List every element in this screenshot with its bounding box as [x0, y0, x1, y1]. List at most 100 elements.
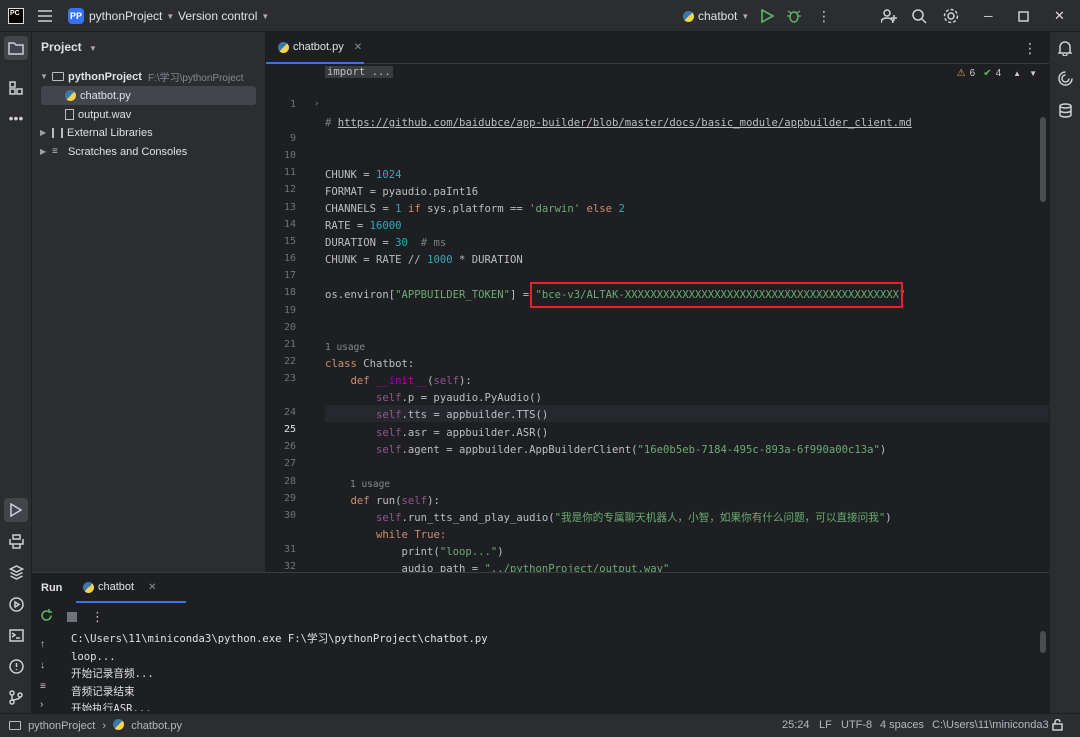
python-interpreter[interactable]: C:\Users\11\miniconda3	[932, 719, 1049, 731]
expand-arrow-icon[interactable]: ›	[40, 699, 43, 710]
line-number: 14	[283, 219, 296, 230]
scroll-up-icon[interactable]: ↑	[40, 639, 45, 650]
code-line: self.run_tts_and_play_audio("我是你的专属聊天机器人…	[376, 512, 892, 524]
code-line: CHANNELS = 1 if sys.platform == 'darwin'…	[325, 203, 625, 215]
line-number: 22	[283, 356, 296, 367]
tree-scratches[interactable]: ▶ ≡ Scratches and Consoles	[40, 142, 256, 161]
code-line: self.p = pyaudio.PyAudio()	[376, 392, 542, 404]
services-icon[interactable]	[4, 592, 28, 616]
breadcrumb-file[interactable]: chatbot.py	[131, 720, 182, 732]
tab-options-icon[interactable]: ⋮	[1023, 40, 1037, 57]
project-tool-icon[interactable]	[4, 36, 28, 60]
lock-icon[interactable]	[1052, 718, 1063, 734]
notifications-bell-icon[interactable]	[1053, 36, 1077, 60]
console-scrollbar[interactable]	[1040, 631, 1046, 653]
scratches-label: Scratches and Consoles	[68, 145, 188, 158]
line-number: 17	[283, 270, 296, 281]
usage-hint[interactable]: 1 usage	[350, 479, 390, 490]
expand-arrow-icon[interactable]: ▶	[40, 128, 52, 137]
run-tab-chatbot[interactable]: chatbot ✕	[76, 573, 186, 603]
line-number: 12	[283, 184, 296, 195]
project-panel-header[interactable]: Project ▼	[41, 40, 97, 54]
fold-arrow-icon[interactable]: ›	[314, 99, 319, 109]
indentation[interactable]: 4 spaces	[880, 719, 924, 731]
line-number: 11	[283, 167, 296, 178]
chevron-down-icon: ▼	[89, 44, 97, 53]
line-number: 21	[283, 339, 296, 350]
code-line: audio_path = "../pythonProject/output.wa…	[401, 563, 670, 572]
maximize-window-icon[interactable]	[1018, 0, 1029, 32]
add-user-icon[interactable]	[881, 0, 897, 32]
root-folder-name: pythonProject	[68, 70, 142, 83]
tree-file-output[interactable]: output.wav	[40, 105, 256, 124]
tree-file-chatbot[interactable]: chatbot.py	[41, 86, 256, 105]
close-tab-icon[interactable]: ✕	[148, 582, 156, 593]
console-output[interactable]: C:\Users\11\miniconda3\python.exe F:\学习\…	[71, 631, 1041, 711]
line-number: 18	[283, 287, 296, 298]
run-config-selector[interactable]: chatbot ▼	[683, 0, 749, 32]
breadcrumb-separator-icon: ›	[102, 720, 107, 732]
run-tool-icon[interactable]	[4, 498, 28, 522]
close-window-icon[interactable]: ✕	[1054, 0, 1065, 32]
code-editor: chatbot.py ✕ ⋮ ⚠ 6 ✔ 4 ▲ ▼ 1 9 10 11 12 …	[266, 32, 1049, 623]
problems-icon[interactable]	[4, 654, 28, 678]
chevron-down-icon: ▼	[166, 11, 175, 21]
line-number: 16	[283, 253, 296, 264]
tree-external-libraries[interactable]: ▶ External Libraries	[40, 123, 256, 142]
settings-gear-icon[interactable]	[943, 0, 959, 32]
expand-arrow-icon[interactable]: ▼	[40, 72, 52, 81]
breadcrumb-project[interactable]: pythonProject	[28, 720, 95, 732]
line-separator[interactable]: LF	[819, 719, 832, 731]
tree-root-folder[interactable]: ▼ pythonProject F:\学习\pythonProject	[40, 67, 256, 86]
vcs-menu[interactable]: Version control ▼	[178, 0, 269, 32]
close-tab-icon[interactable]: ✕	[354, 42, 362, 53]
ai-assistant-icon[interactable]	[1053, 66, 1077, 90]
python-file-icon	[278, 41, 289, 53]
line-number: 31	[283, 544, 296, 555]
rerun-icon[interactable]	[40, 609, 53, 625]
structure-tool-icon[interactable]	[4, 76, 28, 100]
usage-hint[interactable]: 1 usage	[325, 342, 365, 353]
python-packages-icon[interactable]	[4, 560, 28, 584]
chevron-down-icon: ▼	[261, 11, 270, 21]
minimize-window-icon[interactable]: ─	[984, 0, 993, 32]
main-menu-icon[interactable]	[38, 0, 54, 32]
python-console-icon[interactable]	[4, 529, 28, 553]
console-line: 开始执行ASR...	[71, 703, 152, 711]
project-badge[interactable]: PP	[68, 8, 84, 24]
more-options-icon[interactable]: ⋮	[91, 609, 104, 625]
more-tools-icon[interactable]: •••	[4, 106, 28, 130]
more-actions-icon[interactable]: ⋮	[817, 0, 831, 32]
folded-imports[interactable]: import ...	[325, 66, 393, 78]
line-number: 23	[283, 373, 296, 384]
stop-icon[interactable]	[67, 612, 77, 622]
database-icon[interactable]	[1053, 98, 1077, 122]
debug-icon[interactable]	[787, 0, 801, 32]
code-line: while True:	[376, 529, 447, 541]
right-tool-strip	[1049, 32, 1080, 713]
search-icon[interactable]	[912, 0, 927, 32]
run-icon[interactable]	[761, 0, 774, 32]
line-number: 9	[289, 133, 296, 144]
tab-chatbot-py[interactable]: chatbot.py ✕	[266, 32, 364, 64]
left-tool-strip: •••	[0, 32, 32, 713]
line-number: 32	[283, 561, 296, 572]
code-area[interactable]: import ... # https://github.com/baidubce…	[325, 64, 1049, 572]
file-encoding[interactable]: UTF-8	[841, 719, 872, 731]
expand-arrow-icon[interactable]: ▶	[40, 147, 52, 156]
breadcrumb: pythonProject › chatbot.py	[9, 719, 182, 732]
soft-wrap-icon[interactable]: ≡	[40, 681, 46, 692]
git-icon[interactable]	[4, 685, 28, 709]
root-folder-path: F:\学习\pythonProject	[147, 73, 244, 84]
caret-position[interactable]: 25:24	[782, 719, 810, 731]
line-number: 27	[283, 458, 296, 469]
docs-link[interactable]: https://github.com/baidubce/app-builder/…	[338, 117, 912, 129]
terminal-icon[interactable]	[4, 623, 28, 647]
project-switcher[interactable]: pythonProject ▼	[89, 0, 174, 32]
line-number: 20	[283, 322, 296, 333]
console-line: loop...	[71, 650, 116, 663]
run-config-name: chatbot	[698, 9, 738, 23]
scroll-down-icon[interactable]: ↓	[40, 660, 45, 671]
file-name: chatbot.py	[80, 89, 131, 102]
scratches-icon: ≡	[52, 146, 58, 157]
